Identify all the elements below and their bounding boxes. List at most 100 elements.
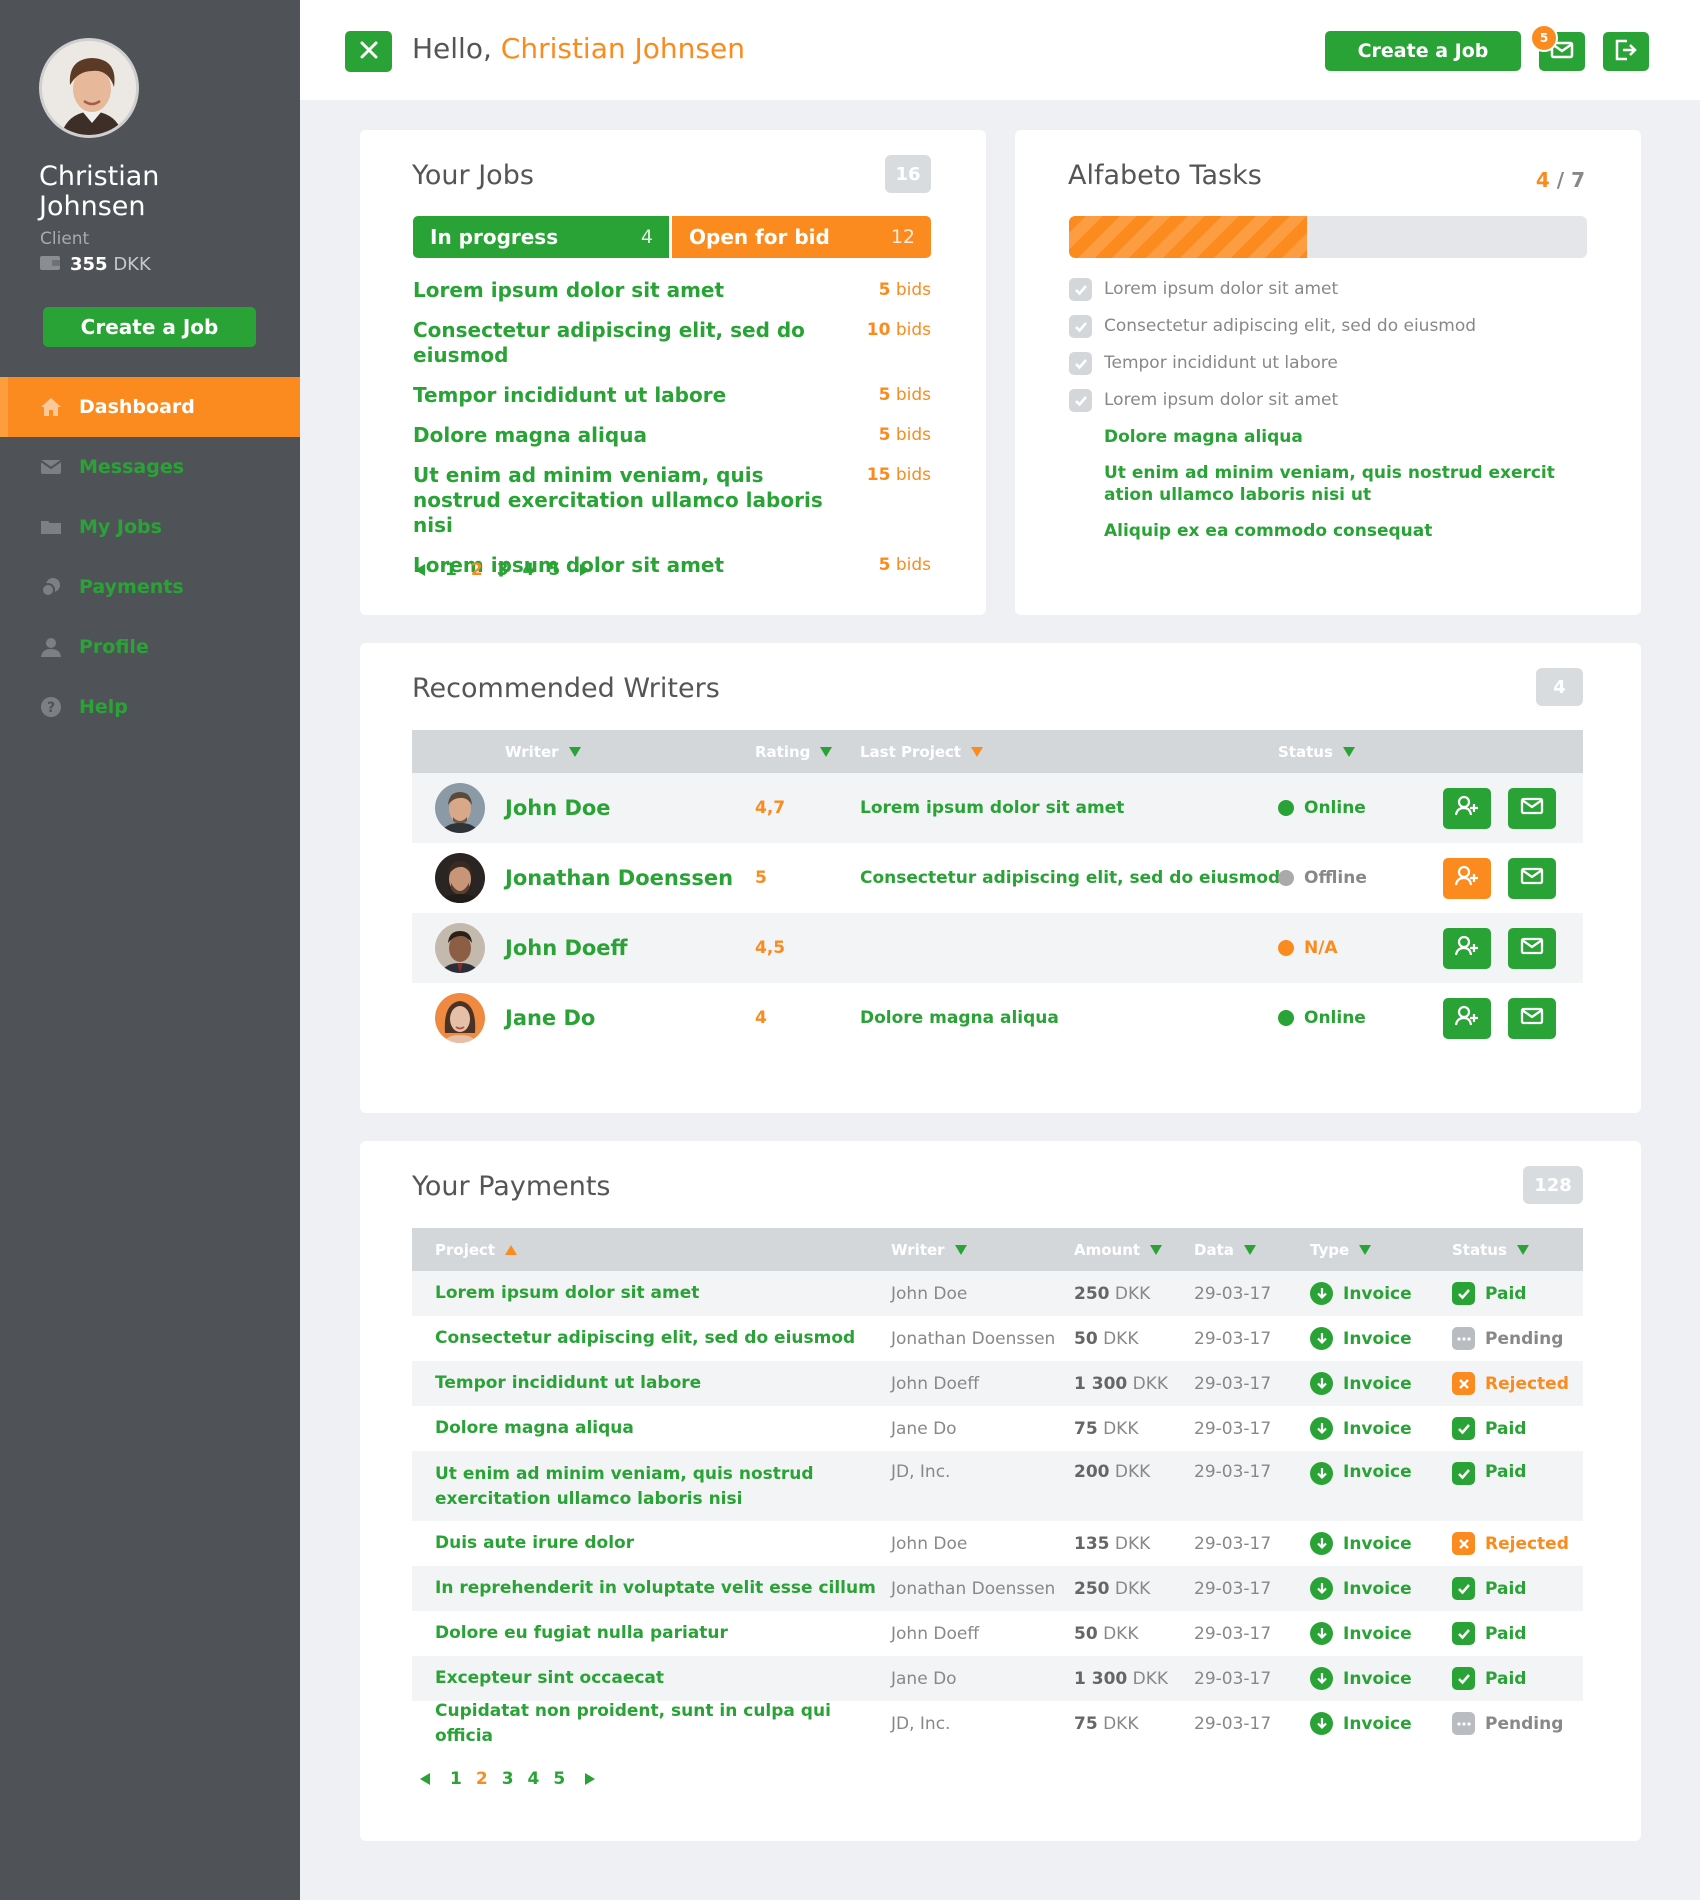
header-create-job-button[interactable]: Create a Job — [1325, 31, 1521, 71]
sidebar-item-messages[interactable]: Messages — [0, 437, 300, 497]
add-writer-button[interactable] — [1443, 857, 1491, 899]
table-row[interactable]: Dolore magna aliqua Jane Do 75 DKK 29-03-17… — [412, 1406, 1583, 1451]
job-item[interactable]: Consectetur adipiscing elit, sed do eius… — [413, 318, 931, 368]
sort-type[interactable]: Type — [1310, 1241, 1372, 1259]
prev-page-icon[interactable] — [415, 564, 425, 576]
payment-type[interactable]: Invoice — [1310, 1271, 1412, 1316]
checkbox-checked-icon[interactable] — [1069, 352, 1092, 375]
payment-type[interactable]: Invoice — [1310, 1406, 1412, 1451]
payment-type[interactable]: Invoice — [1310, 1566, 1412, 1611]
add-writer-button[interactable] — [1443, 927, 1491, 969]
sort-rating[interactable]: Rating — [755, 743, 833, 761]
job-title[interactable]: Consectetur adipiscing elit, sed do eius… — [413, 318, 853, 368]
page-link[interactable]: 1 — [450, 1769, 462, 1789]
payment-project[interactable]: Duis aute irure dolor — [435, 1521, 890, 1566]
payment-project[interactable]: Ut enim ad minim veniam, quis nostrud ex… — [435, 1451, 890, 1521]
task-item[interactable]: Consectetur adipiscing elit, sed do eius… — [1069, 315, 1587, 338]
table-row[interactable]: Lorem ipsum dolor sit amet John Doe 250 DK… — [412, 1271, 1583, 1316]
add-writer-button[interactable] — [1443, 997, 1491, 1039]
table-row[interactable]: Consectetur adipiscing elit, sed do eius… — [412, 1316, 1583, 1361]
table-row[interactable]: In reprehenderit in voluptate velit esse… — [412, 1566, 1583, 1611]
sidebar-create-job-button[interactable]: Create a Job — [43, 307, 256, 347]
payment-writer[interactable]: Jane Do — [891, 1656, 957, 1701]
job-item[interactable]: Dolore magna aliqua 5 bids — [413, 423, 931, 448]
table-row[interactable]: Jonathan Doenssen 5 Consectetur adipisci… — [412, 843, 1583, 913]
payment-type[interactable]: Invoice — [1310, 1451, 1412, 1521]
checkbox-checked-icon[interactable] — [1069, 315, 1092, 338]
sort-amount[interactable]: Amount — [1074, 1241, 1163, 1259]
payment-writer[interactable]: Jonathan Doenssen — [891, 1316, 1055, 1361]
job-title[interactable]: Tempor incididunt ut labore — [413, 383, 853, 408]
table-row[interactable]: Tempor incididunt ut labore John Doeff 1 3… — [412, 1361, 1583, 1406]
close-button[interactable] — [345, 31, 392, 72]
table-row[interactable]: John Doe 4,7 Lorem ipsum dolor sit amet … — [412, 773, 1583, 843]
job-item[interactable]: Lorem ipsum dolor sit amet 5 bids — [413, 278, 931, 303]
table-row[interactable]: Dolore eu fugiat nulla pariatur John Doef… — [412, 1611, 1583, 1656]
payment-writer[interactable]: John Doe — [891, 1271, 967, 1316]
page-link[interactable]: 5 — [553, 1769, 565, 1789]
in-progress-tab[interactable]: In progress 4 — [413, 216, 672, 258]
job-title[interactable]: Ut enim ad minim veniam, quis nostrud ex… — [413, 463, 853, 538]
writer-name[interactable]: Jonathan Doenssen — [505, 843, 733, 913]
table-row[interactable]: Cupidatat non proident, sunt in culpa qu… — [412, 1701, 1583, 1746]
page-link[interactable]: 3 — [497, 560, 509, 580]
sort-writer[interactable]: Writer — [505, 743, 581, 761]
page-link[interactable]: 4 — [523, 560, 535, 580]
table-row[interactable]: Excepteur sint occaecat Jane Do 1 300 DKK 2… — [412, 1656, 1583, 1701]
prev-page-icon[interactable] — [420, 1773, 430, 1785]
payment-writer[interactable]: Jonathan Doenssen — [891, 1566, 1055, 1611]
payment-project[interactable]: Tempor incididunt ut labore — [435, 1361, 890, 1406]
payment-project[interactable]: Dolore magna aliqua — [435, 1406, 890, 1451]
payment-writer[interactable]: Jane Do — [891, 1406, 957, 1451]
page-link[interactable]: 4 — [528, 1769, 540, 1789]
add-writer-button[interactable] — [1443, 787, 1491, 829]
sidebar-item-my-jobs[interactable]: My Jobs — [0, 497, 300, 557]
writer-avatar[interactable] — [435, 853, 485, 903]
next-page-icon[interactable] — [585, 1773, 596, 1785]
writer-name[interactable]: John Doe — [505, 773, 611, 843]
page-link[interactable]: 1 — [445, 560, 457, 580]
sort-status[interactable]: Status — [1452, 1241, 1529, 1259]
table-row[interactable]: Jane Do 4 Dolore magna aliqua Online — [412, 983, 1583, 1053]
sidebar-item-profile[interactable]: Profile — [0, 617, 300, 677]
message-writer-button[interactable] — [1508, 997, 1556, 1039]
sidebar-item-dashboard[interactable]: Dashboard — [0, 377, 300, 437]
sidebar-item-help[interactable]: ? Help — [0, 677, 300, 737]
job-item[interactable]: Ut enim ad minim veniam, quis nostrud ex… — [413, 463, 931, 538]
writer-avatar[interactable] — [435, 783, 485, 833]
logout-button[interactable] — [1603, 32, 1649, 71]
payment-type[interactable]: Invoice — [1310, 1316, 1412, 1361]
payment-type[interactable]: Invoice — [1310, 1656, 1412, 1701]
payment-writer[interactable]: John Doe — [891, 1521, 967, 1566]
payment-project[interactable]: Lorem ipsum dolor sit amet — [435, 1271, 890, 1316]
payment-project[interactable]: Consectetur adipiscing elit, sed do eius… — [435, 1316, 890, 1361]
user-avatar[interactable] — [39, 38, 139, 138]
sort-status[interactable]: Status — [1278, 743, 1355, 761]
payment-type[interactable]: Invoice — [1310, 1361, 1412, 1406]
payment-project[interactable]: Excepteur sint occaecat — [435, 1656, 890, 1701]
payment-writer[interactable]: John Doeff — [891, 1611, 979, 1656]
message-writer-button[interactable] — [1508, 857, 1556, 899]
sort-writer[interactable]: Writer — [891, 1241, 967, 1259]
payment-type[interactable]: Invoice — [1310, 1701, 1412, 1746]
page-link-current[interactable]: 2 — [471, 560, 483, 580]
sort-last-project[interactable]: Last Project — [860, 743, 984, 761]
payment-project[interactable]: Dolore eu fugiat nulla pariatur — [435, 1611, 890, 1656]
writer-name[interactable]: Jane Do — [505, 983, 595, 1053]
payment-writer[interactable]: JD, Inc. — [891, 1451, 950, 1521]
job-title[interactable]: Lorem ipsum dolor sit amet — [413, 278, 853, 303]
message-writer-button[interactable] — [1508, 787, 1556, 829]
task-item[interactable]: Lorem ipsum dolor sit amet — [1069, 278, 1587, 301]
writer-last-project[interactable]: Consectetur adipiscing elit, sed do eius… — [860, 843, 1280, 913]
writer-avatar[interactable] — [435, 923, 485, 973]
payment-project[interactable]: Cupidatat non proident, sunt in culpa qu… — [435, 1701, 890, 1746]
task-item[interactable]: Lorem ipsum dolor sit amet — [1069, 389, 1587, 412]
task-item[interactable]: Dolore magna aliqua — [1069, 426, 1587, 448]
payment-writer[interactable]: John Doeff — [891, 1361, 979, 1406]
message-writer-button[interactable] — [1508, 927, 1556, 969]
page-link[interactable]: 3 — [502, 1769, 514, 1789]
sort-date[interactable]: Data — [1194, 1241, 1256, 1259]
payment-type[interactable]: Invoice — [1310, 1521, 1412, 1566]
sidebar-item-payments[interactable]: Payments — [0, 557, 300, 617]
task-item[interactable]: Tempor incididunt ut labore — [1069, 352, 1587, 375]
